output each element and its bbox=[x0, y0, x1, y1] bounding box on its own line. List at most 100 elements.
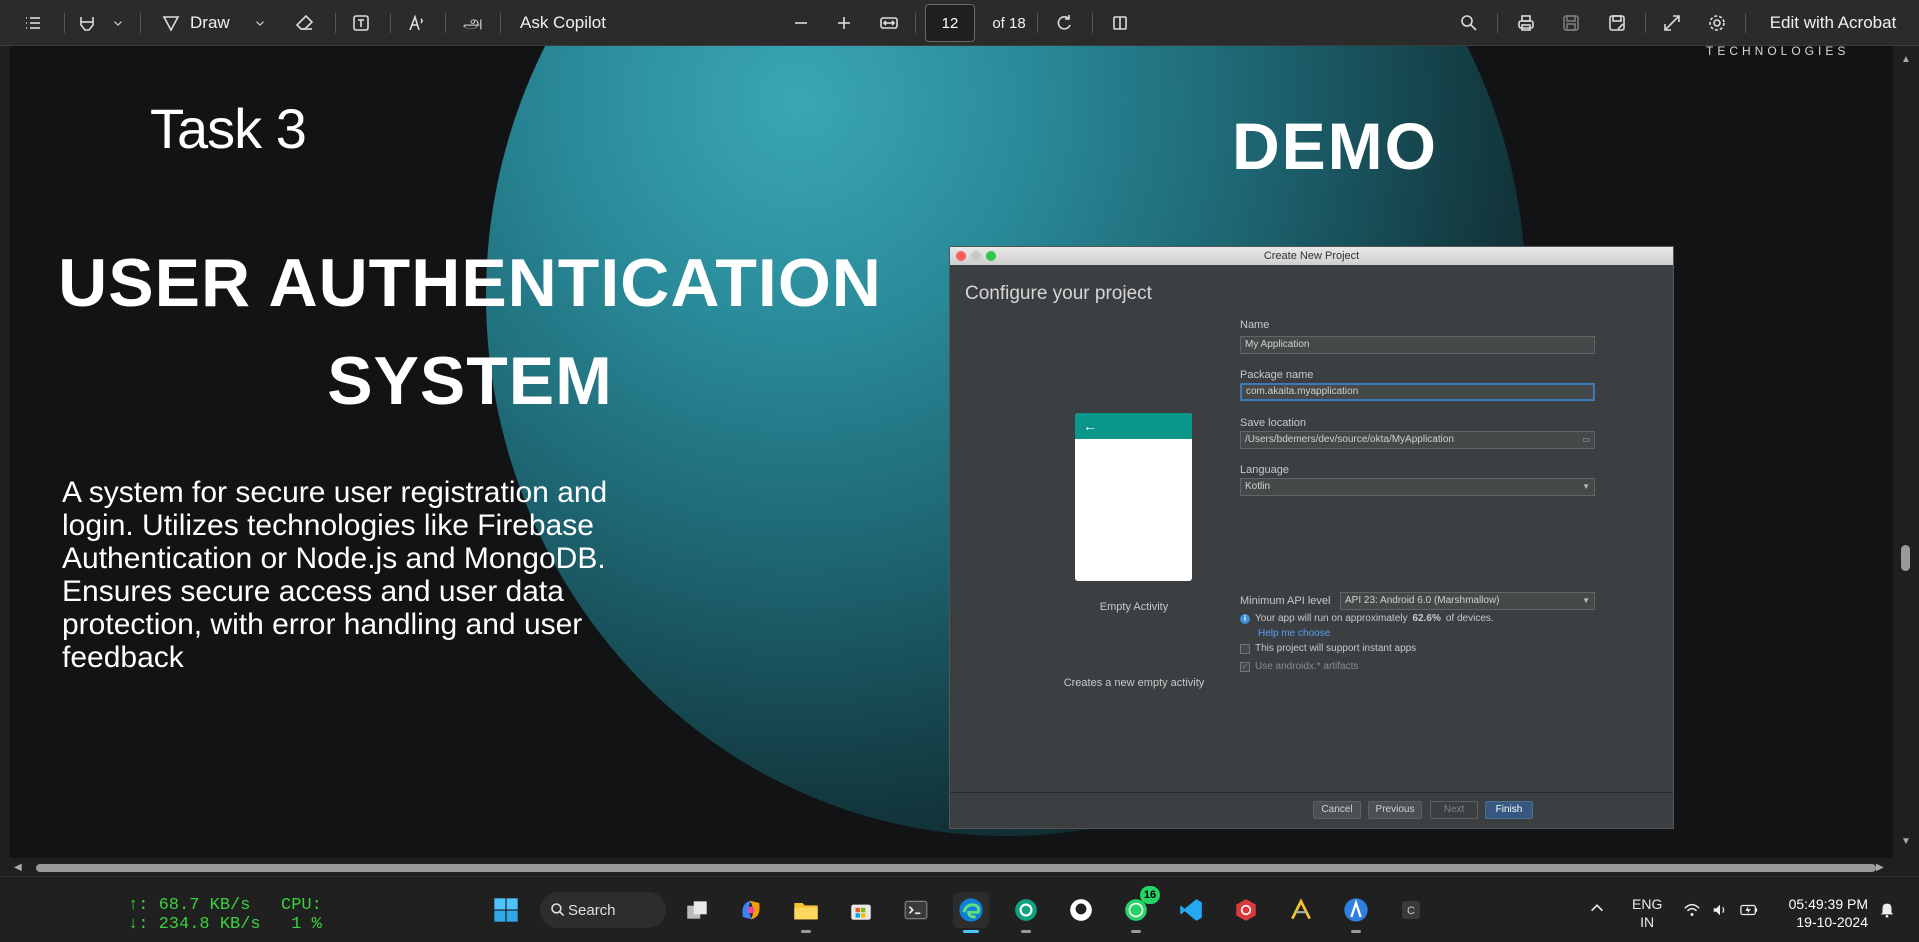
min-api-value: API 23: Android 6.0 (Marshmallow) bbox=[1345, 595, 1500, 606]
dialog-footer: Cancel Previous Next Finish bbox=[950, 792, 1673, 828]
file-explorer-icon[interactable] bbox=[788, 892, 824, 933]
horizontal-scrollbar[interactable]: ◀ ▶ bbox=[0, 860, 1893, 876]
activity-preview-phone: ← bbox=[1075, 413, 1192, 581]
scroll-left-arrow-icon[interactable]: ◀ bbox=[14, 862, 22, 873]
language-code: ENG bbox=[1632, 896, 1663, 912]
android-studio-app-icon[interactable] bbox=[1338, 892, 1374, 933]
page-number-input[interactable]: 12 bbox=[925, 4, 975, 42]
save-as-icon[interactable] bbox=[1602, 0, 1632, 46]
page-total-label: of 18 bbox=[992, 14, 1026, 32]
volume-icon[interactable] bbox=[1710, 901, 1730, 922]
toolbar-divider bbox=[1092, 13, 1093, 33]
save-location-field: /Users/bdemers/dev/source/okta/MyApplica… bbox=[1240, 431, 1595, 449]
dropdown-arrow-icon: ▼ bbox=[1582, 482, 1590, 491]
vertical-scroll-thumb[interactable] bbox=[1901, 545, 1910, 571]
system-clock[interactable]: 05:49:39 PM 19-10-2024 bbox=[1772, 895, 1868, 931]
running-indicator bbox=[1021, 930, 1031, 933]
zoom-light-icon bbox=[986, 251, 996, 261]
print-icon[interactable] bbox=[1511, 0, 1541, 46]
language-value: Kotlin bbox=[1245, 481, 1271, 492]
whatsapp-app-icon[interactable]: 16 bbox=[1118, 886, 1160, 933]
next-button-image: Next bbox=[1430, 801, 1478, 819]
wifi-icon[interactable] bbox=[1682, 901, 1702, 922]
taskbar-search-button[interactable]: Search bbox=[540, 892, 666, 928]
chatgpt-red-app-icon[interactable] bbox=[1228, 892, 1264, 928]
dropdown-arrow-icon: ▼ bbox=[1582, 596, 1590, 605]
dialog-heading: Configure your project bbox=[965, 283, 1152, 304]
zoom-out-icon[interactable] bbox=[786, 0, 816, 46]
settings-gear-icon[interactable] bbox=[1702, 0, 1732, 46]
vertical-scrollbar[interactable]: ▲ ▼ bbox=[1893, 46, 1919, 860]
search-icon bbox=[551, 903, 565, 917]
language-label: Language bbox=[1240, 464, 1289, 476]
zoom-in-icon[interactable] bbox=[829, 0, 859, 46]
scroll-up-arrow-icon[interactable]: ▲ bbox=[1901, 54, 1911, 65]
add-text-icon[interactable] bbox=[346, 0, 376, 46]
ask-copilot-button[interactable]: Ask Copilot bbox=[520, 0, 620, 46]
terminal-icon[interactable] bbox=[898, 892, 934, 928]
task-title: Task 3 bbox=[150, 97, 307, 160]
translate-icon[interactable]: அ bbox=[458, 0, 488, 46]
start-windows-icon[interactable] bbox=[488, 892, 524, 928]
highlight-icon[interactable] bbox=[72, 0, 102, 46]
find-search-icon[interactable] bbox=[1454, 0, 1484, 46]
fit-width-icon[interactable] bbox=[874, 0, 904, 46]
scroll-right-arrow-icon[interactable]: ▶ bbox=[1876, 862, 1884, 873]
notification-bell-icon[interactable] bbox=[1878, 899, 1896, 922]
read-aloud-icon[interactable] bbox=[402, 0, 432, 46]
draw-pen-icon[interactable] bbox=[156, 0, 186, 46]
rotate-icon[interactable] bbox=[1050, 0, 1080, 46]
clock-time: 05:49:39 PM bbox=[1788, 896, 1868, 912]
close-light-icon bbox=[956, 251, 966, 261]
battery-charging-icon[interactable] bbox=[1738, 901, 1760, 922]
draw-button[interactable]: Draw bbox=[190, 0, 246, 46]
toolbar-divider bbox=[1745, 13, 1746, 33]
cpu-label: CPU: bbox=[281, 896, 322, 915]
input-language-indicator[interactable]: ENG IN bbox=[1632, 895, 1662, 931]
chatgpt-app-icon[interactable] bbox=[1008, 892, 1044, 933]
show-hidden-icons-chevron-icon[interactable] bbox=[1588, 899, 1606, 920]
github-app-icon[interactable] bbox=[1063, 892, 1099, 928]
instant-apps-checkbox-row: This project will support instant apps bbox=[1240, 643, 1416, 654]
edit-with-acrobat-button[interactable]: Edit with Acrobat bbox=[1758, 0, 1908, 46]
c-app-icon[interactable]: C bbox=[1393, 892, 1429, 928]
active-indicator bbox=[963, 930, 979, 933]
language-select: Kotlin ▼ bbox=[1240, 478, 1595, 496]
highlight-options-chevron-icon[interactable] bbox=[108, 0, 128, 46]
info-prefix: Your app will run on approximately bbox=[1255, 613, 1408, 624]
horizontal-scroll-thumb[interactable] bbox=[36, 864, 1876, 872]
info-icon: i bbox=[1240, 613, 1250, 624]
template-name: Empty Activity bbox=[1099, 601, 1169, 613]
main-title-line-1: USER AUTHENTICATION bbox=[58, 245, 882, 321]
instant-apps-checkbox bbox=[1240, 643, 1250, 654]
eraser-icon[interactable] bbox=[290, 0, 320, 46]
folder-icon: ▭ bbox=[1582, 435, 1590, 444]
dialog-titlebar: Create New Project bbox=[950, 247, 1673, 265]
task-view-icon[interactable] bbox=[679, 892, 715, 928]
create-project-dialog-image: Create New Project Configure your projec… bbox=[949, 246, 1674, 829]
language-region: IN bbox=[1640, 914, 1655, 930]
save-location-label: Save location bbox=[1240, 417, 1307, 429]
edge-browser-icon[interactable] bbox=[953, 892, 989, 933]
clock-date: 19-10-2024 bbox=[1796, 914, 1868, 930]
scroll-down-arrow-icon[interactable]: ▼ bbox=[1901, 836, 1911, 847]
draw-options-chevron-icon[interactable] bbox=[250, 0, 270, 46]
androidx-checkbox-checked-icon: ✓ bbox=[1240, 661, 1250, 672]
vscode-app-icon[interactable] bbox=[1173, 892, 1209, 928]
git-tool-app-icon[interactable] bbox=[1283, 892, 1319, 928]
toolbar-divider bbox=[915, 13, 916, 33]
copilot-app-icon[interactable] bbox=[733, 892, 769, 928]
net-download: ↓: 234.8 KB/s bbox=[128, 915, 261, 934]
phone-app-bar: ← bbox=[1075, 413, 1192, 439]
device-coverage-info: i Your app will run on approximately 62.… bbox=[1240, 613, 1494, 624]
fullscreen-icon[interactable] bbox=[1657, 0, 1687, 46]
page-view-icon[interactable] bbox=[1105, 0, 1135, 46]
slide-main-title: USER AUTHENTICATION SYSTEM bbox=[50, 234, 890, 430]
contents-list-icon[interactable] bbox=[18, 0, 48, 46]
edit-with-acrobat-label: Edit with Acrobat bbox=[1769, 13, 1897, 32]
demo-heading: DEMO bbox=[1232, 109, 1438, 183]
androidx-checkbox-row: ✓ Use androidx.* artifacts bbox=[1240, 661, 1358, 672]
microsoft-store-icon[interactable] bbox=[843, 892, 879, 928]
save-icon[interactable] bbox=[1556, 0, 1586, 46]
main-title-line-2: SYSTEM bbox=[327, 343, 613, 419]
